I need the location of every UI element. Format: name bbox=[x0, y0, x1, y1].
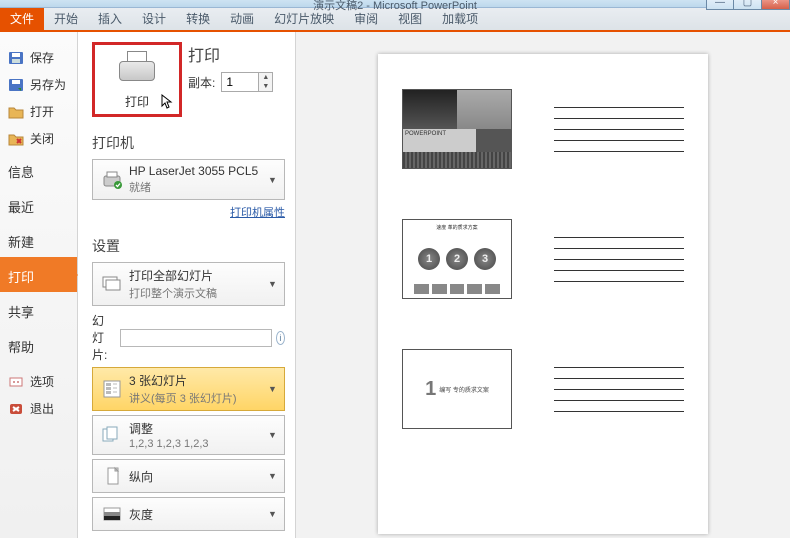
print-range-dropdown[interactable]: 打印全部幻灯片打印整个演示文稿 ▼ bbox=[92, 262, 285, 306]
portrait-icon bbox=[99, 466, 125, 486]
copies-spinner[interactable]: ▲▼ bbox=[221, 72, 273, 92]
open-icon bbox=[8, 105, 24, 119]
copies-input[interactable] bbox=[222, 73, 258, 91]
layout-dropdown[interactable]: 3 张幻灯片讲义(每页 3 张幻灯片) ▼ bbox=[92, 367, 285, 411]
nav-label: 退出 bbox=[30, 400, 54, 417]
note-lines bbox=[554, 367, 684, 412]
tab-transitions[interactable]: 转换 bbox=[176, 6, 220, 30]
nav-label: 选项 bbox=[30, 373, 54, 390]
nav-help[interactable]: 帮助 bbox=[0, 327, 77, 362]
collate-icon bbox=[99, 425, 125, 445]
nav-label: 打开 bbox=[30, 103, 54, 120]
preview-page: POWERPOINT 速度 革的质求方案 123 1 编写 专的质求文案 bbox=[378, 54, 708, 534]
note-lines bbox=[554, 237, 684, 282]
preview-slide-1: POWERPOINT bbox=[402, 89, 512, 169]
save-icon bbox=[8, 51, 24, 65]
range-title: 打印全部幻灯片 bbox=[129, 267, 264, 284]
chevron-down-icon: ▼ bbox=[268, 471, 278, 481]
collate-title: 调整 bbox=[129, 420, 264, 437]
print-settings-panel: 打印 打印 副本: ▲▼ 打印机 HP LaserJet 3055 PCL5就绪… bbox=[78, 32, 296, 538]
print-preview: POWERPOINT 速度 革的质求方案 123 1 编写 专的质求文案 bbox=[296, 32, 790, 538]
nav-saveas[interactable]: 另存为 bbox=[0, 71, 77, 98]
maximize-button[interactable]: ▢ bbox=[734, 0, 762, 10]
tab-home[interactable]: 开始 bbox=[44, 6, 88, 30]
nav-exit[interactable]: 退出 bbox=[0, 395, 77, 422]
slides-label: 幻灯片: bbox=[92, 312, 116, 363]
tab-insert[interactable]: 插入 bbox=[88, 6, 132, 30]
printer-name: HP LaserJet 3055 PCL5 bbox=[129, 164, 264, 178]
window-title: 演示文稿2 - Microsoft PowerPoint bbox=[313, 0, 477, 13]
layout-sub: 讲义(每页 3 张幻灯片) bbox=[129, 390, 264, 406]
chevron-down-icon: ▼ bbox=[268, 279, 278, 289]
nav-info[interactable]: 信息 bbox=[0, 152, 77, 187]
chevron-down-icon: ▼ bbox=[268, 509, 278, 519]
slides-all-icon bbox=[99, 274, 125, 294]
nav-label: 保存 bbox=[30, 49, 54, 66]
preview-slide-3: 1 编写 专的质求文案 bbox=[402, 349, 512, 429]
nav-open[interactable]: 打开 bbox=[0, 98, 77, 125]
slides-input[interactable] bbox=[120, 329, 272, 347]
tab-design[interactable]: 设计 bbox=[132, 6, 176, 30]
info-icon[interactable]: i bbox=[276, 331, 285, 345]
preview-slide-2: 速度 革的质求方案 123 bbox=[402, 219, 512, 299]
close-window-button[interactable]: × bbox=[762, 0, 790, 10]
spinner-up-icon[interactable]: ▲ bbox=[259, 73, 272, 82]
tab-file[interactable]: 文件 bbox=[0, 6, 44, 30]
range-sub: 打印整个演示文稿 bbox=[129, 285, 264, 301]
collate-dropdown[interactable]: 调整1,2,3 1,2,3 1,2,3 ▼ bbox=[92, 415, 285, 455]
exit-icon bbox=[8, 402, 24, 416]
copies-label: 副本: bbox=[188, 74, 215, 91]
settings-heading: 设置 bbox=[92, 236, 285, 256]
orientation-title: 纵向 bbox=[129, 468, 264, 485]
printer-icon bbox=[113, 49, 161, 89]
backstage-nav: 保存 另存为 打开 关闭 信息 最近 新建 打印 共享 帮助 选项 退出 bbox=[0, 32, 78, 538]
chevron-down-icon: ▼ bbox=[268, 384, 278, 394]
printer-dropdown[interactable]: HP LaserJet 3055 PCL5就绪 ▼ bbox=[92, 159, 285, 200]
print-button[interactable]: 打印 bbox=[92, 42, 182, 117]
printer-heading: 打印机 bbox=[92, 133, 285, 153]
chevron-down-icon: ▼ bbox=[268, 430, 278, 440]
handout3-icon bbox=[99, 379, 125, 399]
printer-status-icon bbox=[99, 170, 125, 190]
grayscale-icon bbox=[99, 504, 125, 524]
orientation-dropdown[interactable]: 纵向 ▼ bbox=[92, 459, 285, 493]
nav-label: 关闭 bbox=[30, 130, 54, 147]
print-heading: 打印 bbox=[188, 42, 273, 66]
options-icon bbox=[8, 375, 24, 389]
spinner-down-icon[interactable]: ▼ bbox=[259, 82, 272, 91]
nav-label: 另存为 bbox=[30, 76, 66, 93]
nav-recent[interactable]: 最近 bbox=[0, 187, 77, 222]
minimize-button[interactable]: — bbox=[706, 0, 734, 10]
color-title: 灰度 bbox=[129, 506, 264, 523]
nav-share[interactable]: 共享 bbox=[0, 292, 77, 327]
color-dropdown[interactable]: 灰度 ▼ bbox=[92, 497, 285, 531]
collate-sub: 1,2,3 1,2,3 1,2,3 bbox=[129, 438, 264, 450]
nav-save[interactable]: 保存 bbox=[0, 44, 77, 71]
printer-properties-link[interactable]: 打印机属性 bbox=[92, 204, 285, 220]
close-icon bbox=[8, 132, 24, 146]
nav-print[interactable]: 打印 bbox=[0, 257, 77, 292]
saveas-icon bbox=[8, 78, 24, 92]
nav-new[interactable]: 新建 bbox=[0, 222, 77, 257]
tab-animations[interactable]: 动画 bbox=[220, 6, 264, 30]
chevron-down-icon: ▼ bbox=[268, 175, 278, 185]
cursor-icon bbox=[161, 94, 175, 110]
nav-close[interactable]: 关闭 bbox=[0, 125, 77, 152]
nav-options[interactable]: 选项 bbox=[0, 368, 77, 395]
printer-status: 就绪 bbox=[129, 179, 264, 195]
note-lines bbox=[554, 107, 684, 152]
layout-title: 3 张幻灯片 bbox=[129, 372, 264, 389]
